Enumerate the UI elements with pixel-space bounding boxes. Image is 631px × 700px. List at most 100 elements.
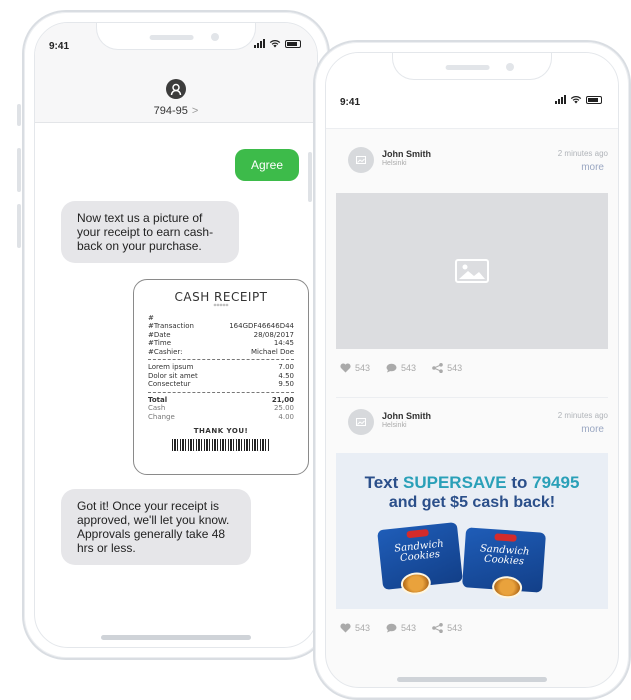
person-icon — [170, 83, 182, 95]
promo-subline: and get $5 cash back! — [388, 494, 556, 511]
post-image[interactable] — [336, 193, 608, 349]
promo-keyword: SUPERSAVE — [403, 473, 507, 492]
volume-up-button — [17, 148, 21, 192]
receipt-item-price: 7.00 — [278, 363, 294, 371]
comment-icon — [386, 623, 397, 633]
promo-headline: Text SUPERSAVE to 79495 — [336, 473, 608, 493]
messages-screen: 9:41 794-95 > Agree Now text us a picture… — [34, 22, 318, 648]
receipt-stars: ***** — [213, 303, 229, 310]
feed-screen: 9:41 John Smith Helsinki 2 minutes ago m… — [325, 52, 619, 688]
receipt-meta-row: #Date 28/08/2017 — [148, 331, 294, 340]
cellular-signal-icon — [555, 95, 566, 104]
contact-avatar[interactable] — [166, 79, 186, 99]
received-message: Got it! Once your receipt is approved, w… — [61, 489, 251, 565]
status-time: 9:41 — [49, 41, 70, 52]
comment-button[interactable]: 543 — [386, 363, 416, 373]
receipt-item-price: 9.50 — [278, 380, 294, 388]
speaker — [149, 35, 194, 40]
cellular-signal-icon — [254, 39, 265, 48]
comment-count: 543 — [401, 363, 417, 373]
post-location: Helsinki — [382, 422, 407, 429]
receipt-meta-key: #Transaction — [148, 322, 194, 330]
home-indicator[interactable] — [101, 635, 251, 640]
image-placeholder-icon — [356, 418, 366, 426]
receipt-meta-value: Michael Doe — [250, 347, 294, 356]
avatar[interactable] — [348, 409, 374, 435]
receipt-meta-key: #Date — [148, 330, 171, 339]
home-indicator[interactable] — [397, 677, 547, 682]
receipt-change-value: 4.00 — [278, 412, 294, 421]
receipt-item-name: Lorem ipsum — [148, 363, 194, 371]
receipt-cash-value: 25.00 — [273, 404, 294, 412]
cookie-pack: Sandwich Cookies — [462, 527, 546, 600]
cookie-pack: Sandwich Cookies — [377, 521, 463, 597]
receipt-thanks: THANK YOU! — [193, 427, 249, 435]
receipt-total-label: Total — [148, 395, 168, 404]
promo-banner[interactable]: Text SUPERSAVE to 79495 and get $5 cash … — [336, 453, 608, 609]
product-name: Sandwich Cookies — [479, 543, 530, 568]
receipt-item: Dolor sit amet 4.50 — [148, 372, 294, 381]
share-button[interactable]: 543 — [432, 363, 462, 373]
receipt-hash: # — [148, 314, 154, 322]
volume-button — [308, 152, 312, 202]
receipt-meta-value: 164GDF46646D44 — [229, 322, 294, 330]
receipt-photo-message[interactable]: CASH RECEIPT ***** # #Transaction 164GDF4… — [133, 279, 309, 475]
post-actions: 543 543 543 — [336, 363, 608, 373]
receipt-meta-key: #Time — [148, 339, 171, 347]
comment-button[interactable]: 543 — [386, 623, 416, 633]
share-icon — [432, 623, 443, 633]
share-button[interactable]: 543 — [432, 623, 462, 633]
like-count: 543 — [355, 363, 371, 373]
post-header: John Smith Helsinki 2 minutes ago more — [336, 407, 608, 447]
receipt-divider — [148, 391, 294, 393]
feed-post: John Smith Helsinki 2 minutes ago more T… — [336, 407, 608, 633]
post-header: John Smith Helsinki 2 minutes ago more — [336, 145, 608, 185]
receipt-cash-label: Cash — [148, 404, 166, 412]
wifi-icon — [570, 95, 582, 104]
received-message: Now text us a picture of your receipt to… — [61, 201, 239, 263]
cookie-packs-image: Sandwich Cookies Sandwich Cookies — [336, 520, 608, 600]
post-author[interactable]: John Smith — [382, 149, 431, 159]
receipt-meta-row: #Transaction 164GDF46646D44 — [148, 322, 294, 331]
contact-name[interactable]: 794-95 > — [35, 105, 317, 117]
avatar[interactable] — [348, 147, 374, 173]
comment-icon — [386, 363, 397, 373]
post-timestamp: 2 minutes ago — [557, 149, 608, 158]
image-placeholder-icon — [356, 156, 366, 164]
share-icon — [432, 363, 443, 373]
post-actions: 543 543 543 — [336, 623, 608, 633]
promo-middle: to — [506, 473, 533, 492]
receipt-meta-value: 14:45 — [273, 339, 294, 347]
front-camera — [506, 63, 514, 71]
feed-post: John Smith Helsinki 2 minutes ago more 5… — [336, 145, 608, 373]
receipt-total: Total 21,00 — [148, 396, 294, 405]
biscuit-icon — [491, 575, 523, 600]
more-link[interactable]: more — [581, 424, 604, 435]
heart-icon — [340, 623, 351, 633]
speaker — [445, 65, 490, 70]
more-link[interactable]: more — [581, 162, 604, 173]
post-author[interactable]: John Smith — [382, 411, 431, 421]
like-button[interactable]: 543 — [340, 363, 370, 373]
mute-switch — [17, 104, 21, 126]
brand-tag — [406, 528, 429, 539]
like-button[interactable]: 543 — [340, 623, 370, 633]
receipt-item-price: 4.50 — [278, 371, 294, 380]
receipt-item-name: Dolor sit amet — [148, 371, 198, 380]
receipt-title: CASH RECEIPT — [174, 290, 268, 304]
status-time: 9:41 — [340, 97, 361, 108]
promo-prefix: Text — [364, 473, 404, 492]
sent-message: Agree — [234, 149, 299, 181]
battery-icon — [586, 95, 602, 104]
wifi-icon — [269, 39, 281, 48]
receipt-meta-row: #Time 14:45 — [148, 339, 294, 348]
heart-icon — [340, 363, 351, 373]
receipt-item: Consectetur 9.50 — [148, 380, 294, 389]
comment-count: 543 — [401, 623, 417, 633]
like-count: 543 — [355, 623, 371, 633]
receipt-item: Lorem ipsum 7.00 — [148, 363, 294, 372]
share-count: 543 — [447, 623, 463, 633]
receipt-meta-key: #Cashier: — [148, 347, 183, 356]
receipt-divider — [148, 359, 294, 360]
front-camera — [211, 33, 219, 41]
